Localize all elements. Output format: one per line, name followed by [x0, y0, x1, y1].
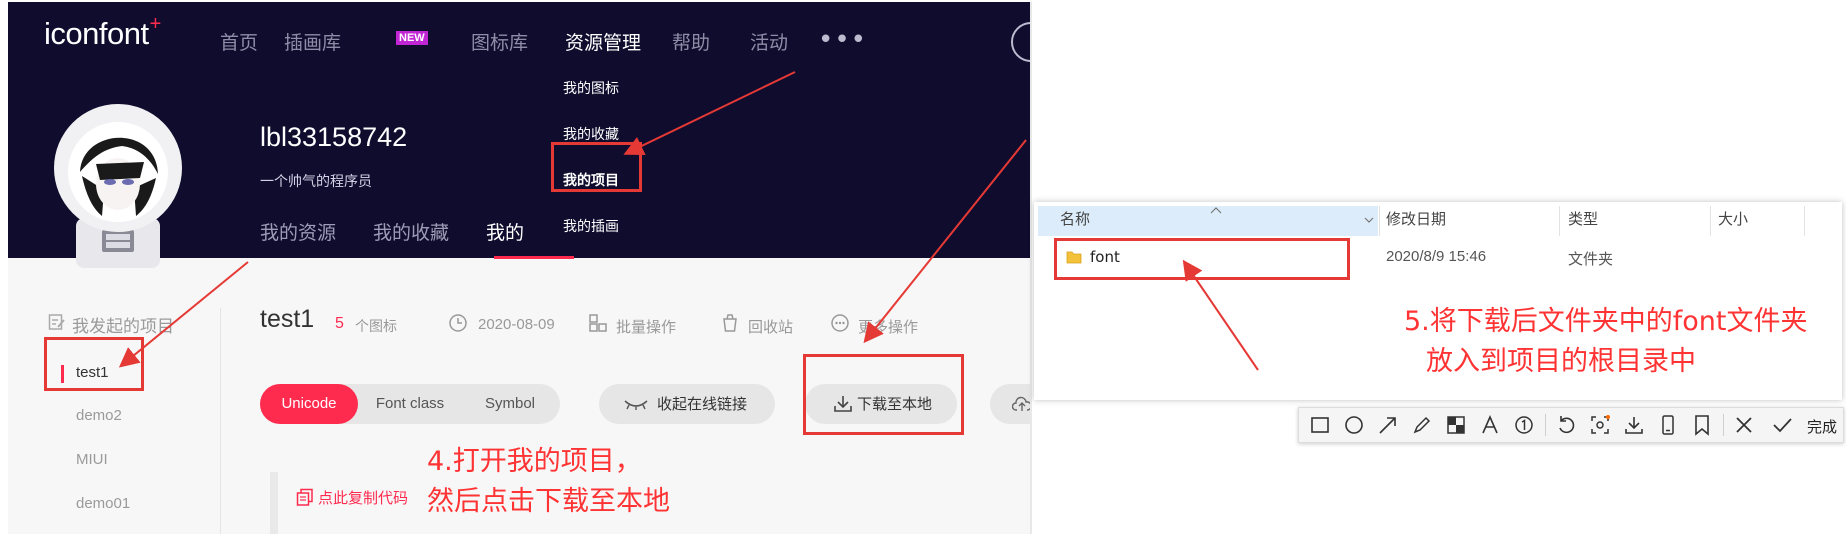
new-badge: NEW	[396, 31, 428, 45]
recycle-bin-icon[interactable]	[720, 313, 740, 333]
file-type: 文件夹	[1568, 250, 1614, 268]
ellipse-icon[interactable]	[1341, 412, 1367, 438]
toolbar-separator	[1723, 414, 1724, 436]
file-explorer-window: 名称 修改日期 类型 大小 font 2020/8/9 15:46 文件夹 5.…	[1034, 202, 1842, 400]
collapse-online-link-button[interactable]: 收起在线链接	[599, 384, 775, 424]
active-tab-indicator	[494, 256, 574, 259]
batch-operation-link[interactable]: 批量操作	[616, 316, 676, 337]
code-panel-edge	[270, 472, 278, 534]
logo-text: iconfont	[44, 16, 149, 51]
undo-icon[interactable]	[1553, 412, 1579, 438]
screenshot-toolbar: 完成	[1298, 407, 1844, 443]
more-menu-icon[interactable]: •••	[818, 25, 867, 55]
tab-symbol[interactable]: Symbol	[462, 384, 558, 424]
pin-icon[interactable]	[1587, 412, 1613, 438]
mosaic-icon[interactable]	[1443, 412, 1469, 438]
user-bio: 一个帅气的程序员	[260, 174, 372, 190]
column-name[interactable]: 名称	[1060, 202, 1090, 236]
avatar[interactable]	[52, 98, 184, 268]
tab-my-resources[interactable]: 我的资源	[260, 218, 336, 245]
project-title: test1	[260, 305, 315, 333]
column-modified[interactable]: 修改日期	[1386, 202, 1446, 236]
copy-code-link[interactable]: 点此复制代码	[318, 487, 408, 508]
search-icon[interactable]	[1011, 22, 1030, 62]
pen-icon[interactable]	[1409, 412, 1435, 438]
nav-help[interactable]: 帮助	[672, 28, 710, 55]
more-options-icon[interactable]	[830, 313, 850, 333]
collapse-online-link-label: 收起在线链接	[657, 395, 748, 413]
upload-button[interactable]	[990, 384, 1030, 424]
menu-my-icons[interactable]: 我的图标	[563, 78, 619, 98]
check-icon[interactable]	[1769, 412, 1795, 438]
tab-my-favorites[interactable]: 我的收藏	[373, 218, 449, 245]
nav-home[interactable]: 首页	[220, 28, 258, 55]
iconfont-window: iconfont+ 首页 插画库 NEW 图标库 资源管理 帮助 活动 ••• …	[8, 2, 1032, 534]
tab-unicode[interactable]: Unicode	[260, 384, 358, 424]
done-button[interactable]: 完成	[1807, 416, 1837, 437]
sidebar-item-demo01[interactable]: demo01	[76, 495, 130, 512]
highlight-my-projects	[551, 142, 642, 192]
format-switcher: Unicode Font class Symbol	[260, 384, 560, 424]
copy-icon[interactable]	[296, 488, 314, 506]
sort-up-icon	[1210, 207, 1222, 214]
iconfont-logo[interactable]: iconfont+	[44, 13, 162, 52]
annotation-step-4: 4.打开我的项目， 然后点击下载至本地	[427, 442, 670, 522]
highlight-font-folder	[1054, 238, 1350, 280]
save-icon[interactable]	[1621, 412, 1647, 438]
clock-icon	[449, 314, 467, 332]
column-separator[interactable]	[1804, 206, 1805, 236]
menu-my-favorites[interactable]: 我的收藏	[563, 124, 619, 144]
annotation-step-5-line-2: 放入到项目的根目录中	[1426, 346, 1696, 377]
annotation-step-4-line-2: 然后点击下载至本地	[427, 486, 670, 517]
nav-illustrations[interactable]: 插画库	[284, 28, 341, 55]
chevron-down-icon[interactable]	[1364, 216, 1374, 224]
sidebar-item-demo2[interactable]: demo2	[76, 407, 122, 424]
logo-plus: +	[149, 13, 162, 35]
toolbar-separator	[1545, 414, 1546, 436]
sidebar-divider	[220, 308, 221, 534]
rectangle-icon[interactable]	[1307, 412, 1333, 438]
project-date: 2020-08-09	[478, 316, 555, 333]
highlight-download	[803, 354, 964, 435]
column-separator[interactable]	[1379, 206, 1380, 236]
arrow-icon[interactable]	[1375, 412, 1401, 438]
number-icon[interactable]	[1511, 412, 1537, 438]
profile-header: iconfont+ 首页 插画库 NEW 图标库 资源管理 帮助 活动 ••• …	[8, 2, 1030, 268]
annotation-step-5: 5.将下载后文件夹中的font文件夹 放入到项目的根目录中	[1404, 302, 1807, 382]
tab-my[interactable]: 我的	[486, 218, 524, 245]
file-modified: 2020/8/9 15:46	[1386, 248, 1487, 265]
eye-closed-icon	[624, 400, 648, 410]
nav-icon-library[interactable]: 图标库	[471, 28, 528, 55]
column-separator[interactable]	[1559, 206, 1560, 236]
sidebar-item-miui[interactable]: MIUI	[76, 451, 108, 468]
edit-icon	[48, 314, 65, 330]
annotation-step-4-line-1: 4.打开我的项目，	[427, 446, 642, 477]
nav-resource-management[interactable]: 资源管理	[565, 28, 641, 55]
column-size[interactable]: 大小	[1718, 202, 1748, 236]
icon-count: 5	[335, 315, 344, 332]
text-icon[interactable]	[1477, 412, 1503, 438]
close-icon[interactable]	[1731, 412, 1757, 438]
icon-count-unit: 个图标	[355, 319, 397, 335]
more-operations-link[interactable]: 更多操作	[858, 316, 918, 337]
batch-icon[interactable]	[588, 313, 608, 333]
column-type[interactable]: 类型	[1568, 202, 1598, 236]
username: lbl33158742	[260, 122, 408, 152]
highlight-test1	[44, 337, 144, 391]
menu-my-illustrations[interactable]: 我的插画	[563, 216, 619, 236]
nav-activities[interactable]: 活动	[750, 28, 788, 55]
my-projects-heading: 我发起的项目	[72, 317, 174, 337]
phone-icon[interactable]	[1655, 412, 1681, 438]
annotation-step-5-line-1: 5.将下载后文件夹中的font文件夹	[1404, 306, 1808, 337]
cloud-upload-icon	[1012, 396, 1030, 411]
bookmark-icon[interactable]	[1689, 412, 1715, 438]
tab-font-class[interactable]: Font class	[358, 384, 462, 424]
recycle-bin-link[interactable]: 回收站	[748, 316, 793, 337]
column-separator[interactable]	[1710, 206, 1711, 236]
